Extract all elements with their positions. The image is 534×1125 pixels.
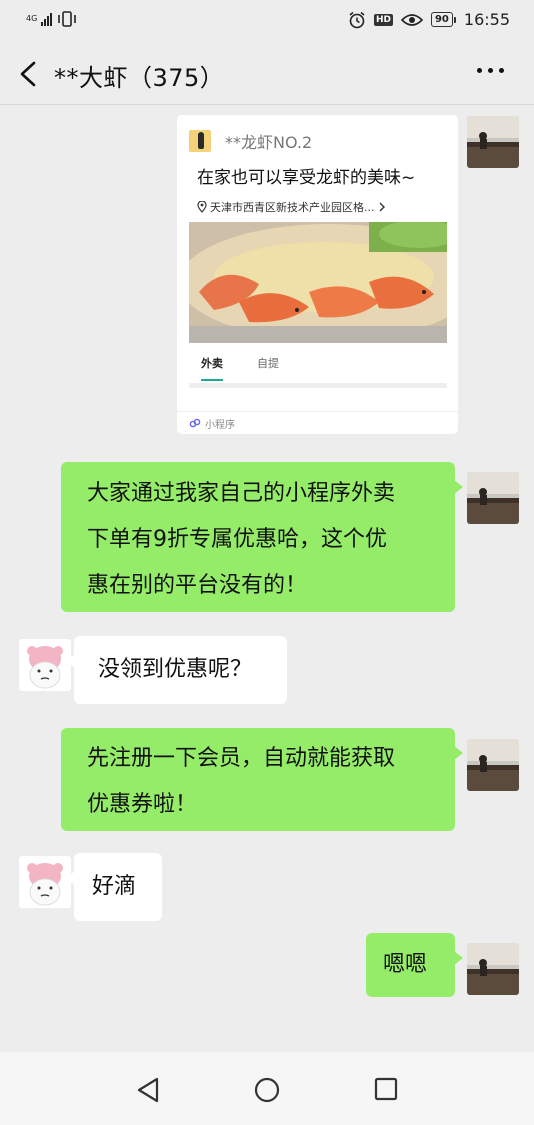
mini-program-label: 小程序 xyxy=(205,419,235,431)
message-bubble[interactable]: 好滴 xyxy=(66,853,162,921)
address-text: 天津市西青区新技术产业园区格... xyxy=(210,201,375,214)
tab-pickup[interactable]: 自提 xyxy=(257,355,279,371)
message-line: 下单有9折专属优惠哈，这个优 xyxy=(87,527,387,552)
back-button[interactable] xyxy=(14,58,44,90)
self-avatar[interactable] xyxy=(467,472,519,524)
mini-card-tabs: 外卖 自提 xyxy=(201,355,279,381)
message-bubble[interactable]: 先注册一下会员，自动就能获取 优惠券啦！ xyxy=(61,728,463,831)
chat-title: **大虾（375） xyxy=(54,64,225,92)
chevron-right-icon xyxy=(379,202,385,212)
message-line: 好滴 xyxy=(92,874,137,899)
message-line: 嗯嗯 xyxy=(383,952,428,977)
mini-card-placeholder-bar xyxy=(189,383,447,388)
circle-home-icon[interactable] xyxy=(254,1077,280,1103)
contact-avatar[interactable] xyxy=(19,856,71,908)
signal-icon xyxy=(41,12,53,26)
clock: 16:55 xyxy=(463,10,510,29)
message-bubble[interactable]: 大家通过我家自己的小程序外卖 下单有9折专属优惠哈，这个优 惠在别的平台没有的！ xyxy=(61,462,463,612)
network-indicator: 4G xyxy=(26,15,37,23)
mini-card-header: **龙虾NO.2 xyxy=(189,129,312,153)
status-bar: 4G HD 90 16:55 xyxy=(0,0,534,44)
message-line: 没领到优惠呢？ xyxy=(98,657,253,682)
triangle-back-icon[interactable] xyxy=(136,1077,160,1103)
network-type: 4G xyxy=(26,14,38,23)
battery-icon: 90 xyxy=(430,12,456,27)
tab-delivery[interactable]: 外卖 xyxy=(201,355,223,381)
message-line: 大家通过我家自己的小程序外卖 xyxy=(87,481,396,506)
mini-program-card[interactable]: **龙虾NO.2 在家也可以享受龙虾的美味~ 天津市西青区新技术产业园区格... xyxy=(177,115,458,434)
alarm-icon xyxy=(349,11,365,28)
mini-program-logo xyxy=(189,130,211,152)
mini-program-name: **龙虾NO.2 xyxy=(225,133,313,152)
message-line: 优惠券啦！ xyxy=(87,792,198,817)
chat-header: **大虾（375） xyxy=(0,44,534,105)
crayfish-dish-image xyxy=(189,222,447,343)
self-avatar[interactable] xyxy=(467,116,519,168)
mini-card-footer: 小程序 xyxy=(177,411,458,434)
square-recents-icon[interactable] xyxy=(374,1077,398,1101)
hd-badge: HD xyxy=(373,13,393,26)
more-dots-icon[interactable] xyxy=(477,68,504,73)
mini-program-icon xyxy=(189,418,201,428)
self-avatar[interactable] xyxy=(467,739,519,791)
eye-comfort-icon xyxy=(400,13,423,26)
location-pin-icon xyxy=(197,201,207,213)
mini-program-title: 在家也可以享受龙虾的美味~ xyxy=(197,168,416,188)
message-line: 惠在别的平台没有的！ xyxy=(87,573,308,598)
message-line: 先注册一下会员，自动就能获取 xyxy=(87,746,396,771)
back-arrow-icon xyxy=(20,61,36,87)
vibrate-icon xyxy=(58,11,77,27)
message-bubble[interactable]: 嗯嗯 xyxy=(366,933,463,997)
status-right: HD 90 16:55 xyxy=(348,10,510,29)
mini-program-address: 天津市西青区新技术产业园区格... xyxy=(197,199,386,215)
self-avatar[interactable] xyxy=(467,943,519,995)
status-left: 4G xyxy=(26,11,78,27)
system-navigation-bar xyxy=(0,1052,534,1125)
battery-level: 90 xyxy=(430,12,453,27)
message-bubble[interactable]: 没领到优惠呢？ xyxy=(66,636,287,704)
contact-avatar[interactable] xyxy=(19,639,71,691)
